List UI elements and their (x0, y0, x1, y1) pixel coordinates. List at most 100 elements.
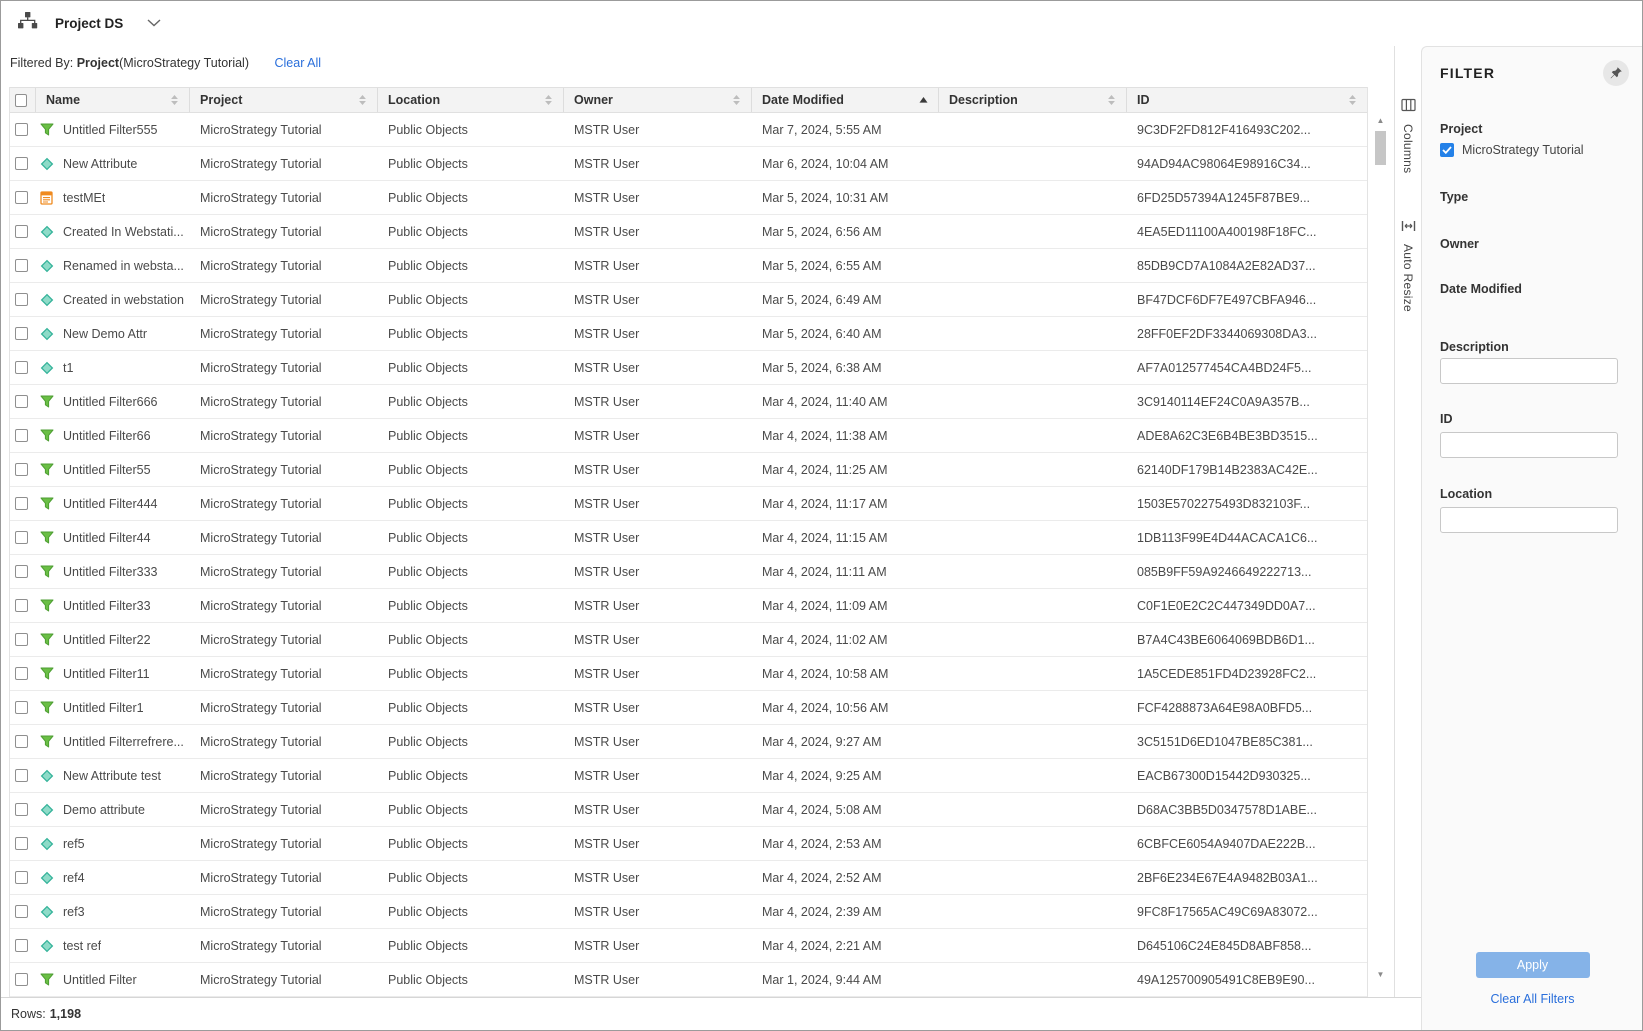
object-location: Public Objects (378, 939, 564, 953)
scrollbar-thumb[interactable] (1375, 131, 1386, 165)
tab-columns[interactable]: Columns (1401, 98, 1416, 173)
object-date-modified: Mar 5, 2024, 6:56 AM (752, 225, 939, 239)
filter-icon (39, 531, 54, 544)
table-row[interactable]: Untitled Filterrefrere...MicroStrategy T… (10, 725, 1367, 759)
table-row[interactable]: Created In Webstati...MicroStrategy Tuto… (10, 215, 1367, 249)
select-all-checkbox[interactable] (15, 94, 27, 107)
row-checkbox[interactable] (15, 497, 28, 510)
row-checkbox[interactable] (15, 769, 28, 782)
table-row[interactable]: ref5MicroStrategy TutorialPublic Objects… (10, 827, 1367, 861)
column-header-location[interactable]: Location (378, 88, 564, 112)
table-row[interactable]: Renamed in websta...MicroStrategy Tutori… (10, 249, 1367, 283)
sort-toggle-icon[interactable] (170, 94, 179, 106)
row-checkbox[interactable] (15, 871, 28, 884)
sort-toggle-icon[interactable] (358, 94, 367, 106)
id-filter-input[interactable] (1440, 432, 1618, 458)
clear-all-filters-link[interactable]: Clear All Filters (1422, 992, 1643, 1006)
column-header-id[interactable]: ID (1127, 88, 1367, 112)
object-location: Public Objects (378, 735, 564, 749)
object-name: Demo attribute (63, 803, 145, 817)
filtered-by-bar: Filtered By: Project(MicroStrategy Tutor… (10, 56, 321, 70)
column-header-project[interactable]: Project (190, 88, 378, 112)
table-row[interactable]: Untitled Filter66MicroStrategy TutorialP… (10, 419, 1367, 453)
sort-toggle-icon[interactable] (544, 94, 553, 106)
row-checkbox[interactable] (15, 633, 28, 646)
table-row[interactable]: Untitled Filter44MicroStrategy TutorialP… (10, 521, 1367, 555)
vertical-scrollbar[interactable]: ▲ ▼ (1373, 115, 1388, 981)
tab-auto-resize[interactable]: Auto Resize (1401, 219, 1416, 312)
row-checkbox[interactable] (15, 463, 28, 476)
table-row[interactable]: Created in webstationMicroStrategy Tutor… (10, 283, 1367, 317)
table-row[interactable]: Untitled FilterMicroStrategy TutorialPub… (10, 963, 1367, 997)
row-checkbox[interactable] (15, 701, 28, 714)
checked-checkbox[interactable] (1440, 143, 1454, 157)
column-header-description[interactable]: Description (939, 88, 1127, 112)
table-row[interactable]: Untitled Filter444MicroStrategy Tutorial… (10, 487, 1367, 521)
row-checkbox[interactable] (15, 803, 28, 816)
attribute-icon (39, 259, 54, 273)
table-row[interactable]: Demo attributeMicroStrategy TutorialPubl… (10, 793, 1367, 827)
row-checkbox[interactable] (15, 191, 28, 204)
row-checkbox[interactable] (15, 327, 28, 340)
table-row[interactable]: Untitled Filter555MicroStrategy Tutorial… (10, 113, 1367, 147)
scroll-down-arrow-icon[interactable]: ▼ (1373, 969, 1388, 981)
scroll-up-arrow-icon[interactable]: ▲ (1373, 115, 1388, 127)
table-row[interactable]: New AttributeMicroStrategy TutorialPubli… (10, 147, 1367, 181)
row-checkbox[interactable] (15, 565, 28, 578)
table-row[interactable]: test refMicroStrategy TutorialPublic Obj… (10, 929, 1367, 963)
table-row[interactable]: Untitled Filter333MicroStrategy Tutorial… (10, 555, 1367, 589)
object-browser-window: Project DS Filtered By: Project(MicroStr… (0, 0, 1643, 1031)
table-row[interactable]: t1MicroStrategy TutorialPublic ObjectsMS… (10, 351, 1367, 385)
row-checkbox[interactable] (15, 429, 28, 442)
sort-toggle-icon[interactable] (732, 94, 741, 106)
row-checkbox[interactable] (15, 361, 28, 374)
object-id: 94AD94AC98064E98916C34... (1127, 157, 1367, 171)
row-checkbox[interactable] (15, 259, 28, 272)
chevron-down-icon[interactable] (147, 19, 161, 27)
object-date-modified: Mar 4, 2024, 11:15 AM (752, 531, 939, 545)
column-header-owner[interactable]: Owner (564, 88, 752, 112)
object-location: Public Objects (378, 191, 564, 205)
row-checkbox[interactable] (15, 973, 28, 986)
table-row[interactable]: Untitled Filter55MicroStrategy TutorialP… (10, 453, 1367, 487)
attribute-icon (39, 769, 54, 783)
object-project: MicroStrategy Tutorial (190, 939, 378, 953)
table-row[interactable]: testMEtMicroStrategy TutorialPublic Obje… (10, 181, 1367, 215)
table-row[interactable]: Untitled Filter33MicroStrategy TutorialP… (10, 589, 1367, 623)
table-row[interactable]: ref4MicroStrategy TutorialPublic Objects… (10, 861, 1367, 895)
project-option-row[interactable]: MicroStrategy Tutorial (1440, 143, 1584, 157)
table-row[interactable]: Untitled Filter1MicroStrategy TutorialPu… (10, 691, 1367, 725)
apply-button[interactable]: Apply (1476, 952, 1590, 978)
pin-button[interactable] (1603, 60, 1629, 86)
row-checkbox[interactable] (15, 667, 28, 680)
row-checkbox[interactable] (15, 123, 28, 136)
clear-all-link[interactable]: Clear All (274, 56, 321, 70)
row-checkbox[interactable] (15, 939, 28, 952)
table-row[interactable]: Untitled Filter11MicroStrategy TutorialP… (10, 657, 1367, 691)
row-checkbox[interactable] (15, 293, 28, 306)
column-header-date-modified[interactable]: Date Modified (752, 88, 939, 112)
filter-icon (39, 633, 54, 646)
row-checkbox[interactable] (15, 225, 28, 238)
row-checkbox[interactable] (15, 735, 28, 748)
sort-ascending-icon[interactable] (919, 96, 928, 105)
row-checkbox[interactable] (15, 157, 28, 170)
table-row[interactable]: New Demo AttrMicroStrategy TutorialPubli… (10, 317, 1367, 351)
table-row[interactable]: Untitled Filter666MicroStrategy Tutorial… (10, 385, 1367, 419)
table-row[interactable]: New Attribute testMicroStrategy Tutorial… (10, 759, 1367, 793)
column-header-name[interactable]: Name (36, 88, 190, 112)
row-checkbox[interactable] (15, 395, 28, 408)
row-checkbox[interactable] (15, 837, 28, 850)
table-row[interactable]: ref3MicroStrategy TutorialPublic Objects… (10, 895, 1367, 929)
description-filter-input[interactable] (1440, 358, 1618, 384)
row-checkbox[interactable] (15, 599, 28, 612)
location-filter-input[interactable] (1440, 507, 1618, 533)
row-checkbox[interactable] (15, 531, 28, 544)
object-project: MicroStrategy Tutorial (190, 429, 378, 443)
row-checkbox[interactable] (15, 905, 28, 918)
object-id: 49A125700905491C8EB9E90... (1127, 973, 1367, 987)
sort-toggle-icon[interactable] (1107, 94, 1116, 106)
sort-toggle-icon[interactable] (1348, 94, 1357, 106)
table-row[interactable]: Untitled Filter22MicroStrategy TutorialP… (10, 623, 1367, 657)
object-name: New Attribute test (63, 769, 161, 783)
